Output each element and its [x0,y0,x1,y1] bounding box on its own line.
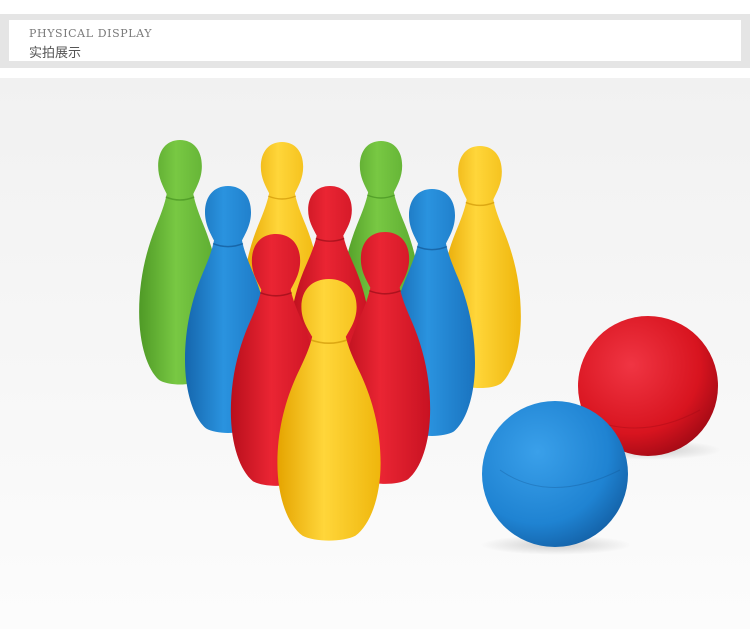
bowling-set-icon [0,78,750,629]
section-title-english: PHYSICAL DISPLAY [29,27,153,40]
section-header-card: PHYSICAL DISPLAY 实拍展示 [9,20,741,61]
product-photo [0,78,750,629]
section-header: PHYSICAL DISPLAY 实拍展示 [0,14,750,68]
section-title-chinese: 实拍展示 [29,46,82,61]
